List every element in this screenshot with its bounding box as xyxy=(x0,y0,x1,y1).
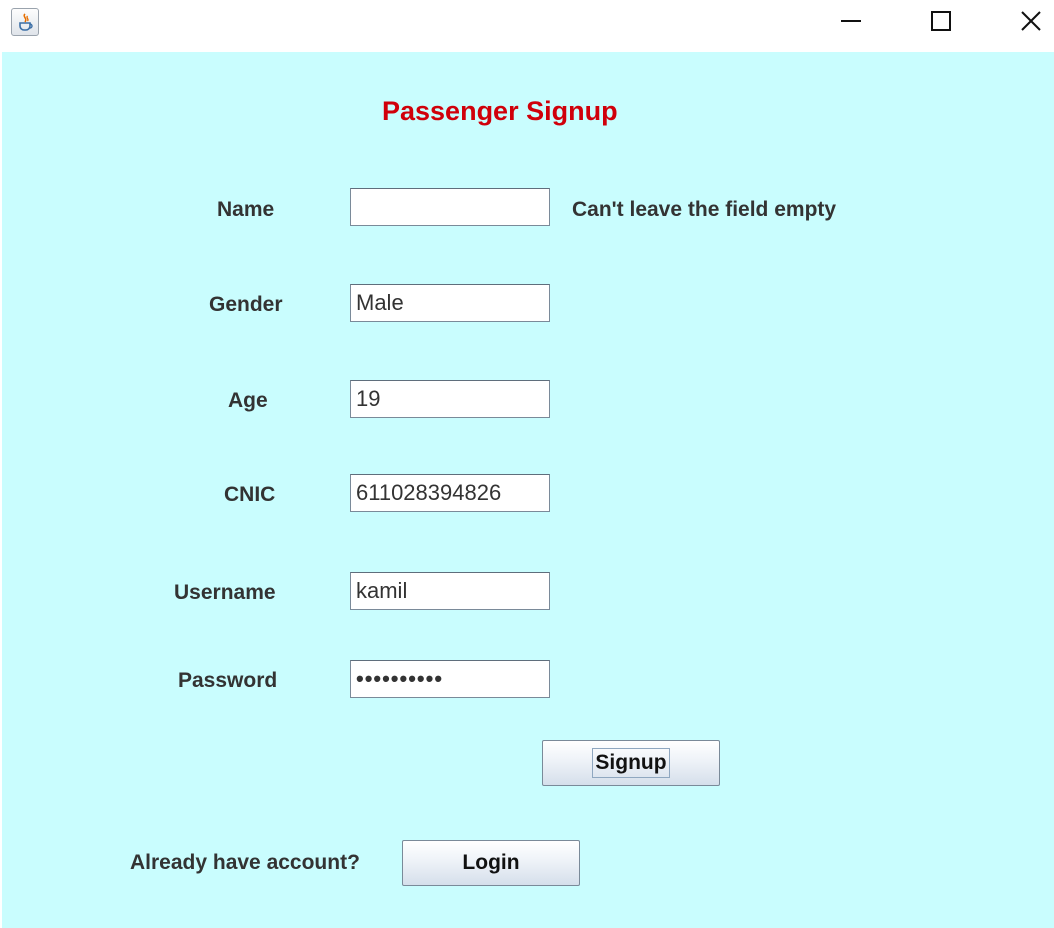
signup-button-label: Signup xyxy=(592,748,670,779)
name-field[interactable] xyxy=(350,188,550,226)
login-button[interactable]: Login xyxy=(402,840,580,886)
page-title: Passenger Signup xyxy=(382,96,618,126)
name-error-message: Can't leave the field empty xyxy=(572,198,837,221)
age-label: Age xyxy=(228,389,268,412)
signup-panel: Passenger Signup Name Can't leave the fi… xyxy=(2,52,1054,928)
login-prompt: Already have account? xyxy=(130,851,360,874)
close-button[interactable] xyxy=(1000,0,1054,44)
username-label: Username xyxy=(174,581,276,604)
gender-label: Gender xyxy=(209,293,283,316)
maximize-icon xyxy=(931,11,951,31)
cnic-field[interactable] xyxy=(350,474,550,512)
java-cup-icon[interactable] xyxy=(11,8,39,36)
password-label: Password xyxy=(178,669,278,692)
password-field[interactable] xyxy=(350,660,550,698)
cnic-label: CNIC xyxy=(224,483,276,506)
signup-window: Passenger Signup Name Can't leave the fi… xyxy=(0,0,1054,928)
close-icon xyxy=(1021,11,1041,31)
signup-button[interactable]: Signup xyxy=(542,740,720,786)
username-field[interactable] xyxy=(350,572,550,610)
gender-field[interactable] xyxy=(350,284,550,322)
title-bar xyxy=(0,0,1054,52)
maximize-button[interactable] xyxy=(910,0,970,44)
minimize-button[interactable] xyxy=(820,0,880,44)
name-label: Name xyxy=(217,198,275,221)
minimize-icon xyxy=(841,20,861,22)
age-field[interactable] xyxy=(350,380,550,418)
